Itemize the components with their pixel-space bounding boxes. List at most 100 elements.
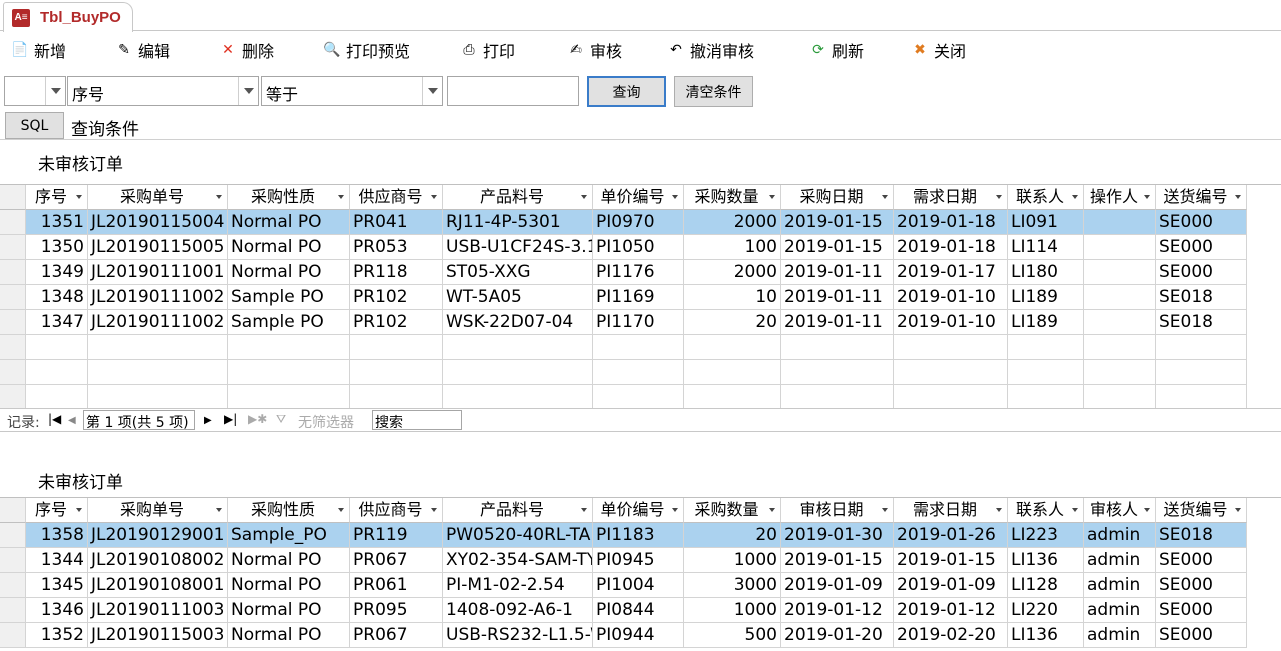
column-header[interactable]: 采购数量 bbox=[684, 185, 781, 210]
table-cell[interactable]: 2000 bbox=[684, 210, 781, 235]
sort-arrow-icon[interactable] bbox=[338, 508, 344, 512]
table-cell[interactable]: PR102 bbox=[350, 310, 443, 335]
table-cell[interactable]: JL20190115005 bbox=[88, 235, 228, 260]
column-header[interactable]: 产品料号 bbox=[443, 498, 593, 523]
table-row[interactable]: 1346 JL20190111003 Normal PO PR095 1408-092-… bbox=[0, 598, 1281, 623]
sql-button[interactable]: SQL bbox=[5, 112, 64, 139]
table-cell[interactable] bbox=[228, 335, 350, 360]
sort-arrow-icon[interactable] bbox=[769, 508, 775, 512]
column-header[interactable]: 操作人 bbox=[1084, 185, 1156, 210]
table-row[interactable]: 1358 JL20190129001 Sample_PO PR119 PW0520-40… bbox=[0, 523, 1281, 548]
toolbar-button-new[interactable]: 📄 新增 bbox=[10, 38, 66, 62]
table-cell[interactable]: PI1183 bbox=[593, 523, 684, 548]
table-row[interactable]: 1348 JL20190111002 Sample PO PR102 WT-5A05 PI… bbox=[0, 285, 1281, 310]
table-row[interactable]: 1349 JL20190111001 Normal PO PR118 ST05-XXG P… bbox=[0, 260, 1281, 285]
row-selector[interactable] bbox=[0, 285, 26, 310]
table-cell[interactable]: PR102 bbox=[350, 285, 443, 310]
table-cell[interactable]: Normal PO bbox=[228, 598, 350, 623]
table-cell[interactable] bbox=[684, 360, 781, 385]
sort-arrow-icon[interactable] bbox=[996, 195, 1002, 199]
table-cell[interactable]: 1358 bbox=[26, 523, 88, 548]
column-header[interactable]: 单价编号 bbox=[593, 185, 684, 210]
table-cell[interactable]: 2019-01-17 bbox=[894, 260, 1008, 285]
table-cell[interactable]: 2019-01-12 bbox=[781, 598, 894, 623]
table-cell[interactable] bbox=[350, 385, 443, 410]
table-cell[interactable]: 1000 bbox=[684, 598, 781, 623]
last-record-icon[interactable]: ▶| bbox=[224, 412, 237, 426]
table-row[interactable]: 1347 JL20190111002 Sample PO PR102 WSK-22D07… bbox=[0, 310, 1281, 335]
table-cell[interactable]: PR061 bbox=[350, 573, 443, 598]
table-cell[interactable]: LI220 bbox=[1008, 598, 1084, 623]
row-selector[interactable] bbox=[0, 573, 26, 598]
toolbar-button-print[interactable]: ⎙ 打印 bbox=[459, 38, 515, 62]
sort-arrow-icon[interactable] bbox=[882, 195, 888, 199]
table-cell[interactable] bbox=[894, 385, 1008, 410]
row-selector[interactable] bbox=[0, 598, 26, 623]
table-cell[interactable]: LI136 bbox=[1008, 623, 1084, 648]
column-header[interactable]: 采购日期 bbox=[781, 185, 894, 210]
table-cell[interactable] bbox=[1084, 210, 1156, 235]
column-header[interactable]: 采购单号 bbox=[88, 185, 228, 210]
table-cell[interactable]: LI114 bbox=[1008, 235, 1084, 260]
table-cell[interactable]: PR067 bbox=[350, 548, 443, 573]
row-selector[interactable] bbox=[0, 235, 26, 260]
table-cell[interactable]: WSK-22D07-04 bbox=[443, 310, 593, 335]
table-cell[interactable]: admin bbox=[1084, 548, 1156, 573]
logic-combo[interactable] bbox=[4, 76, 66, 106]
table-cell[interactable]: Normal PO bbox=[228, 548, 350, 573]
table-cell[interactable]: 2019-01-10 bbox=[894, 285, 1008, 310]
table-cell[interactable]: JL20190111001 bbox=[88, 260, 228, 285]
sort-arrow-icon[interactable] bbox=[996, 508, 1002, 512]
table-cell[interactable]: 2019-01-20 bbox=[781, 623, 894, 648]
table-cell[interactable]: Normal PO bbox=[228, 573, 350, 598]
table-cell[interactable] bbox=[228, 385, 350, 410]
table-row[interactable] bbox=[0, 335, 1281, 360]
column-header[interactable]: 采购数量 bbox=[684, 498, 781, 523]
sort-arrow-icon[interactable] bbox=[216, 508, 222, 512]
table-cell[interactable] bbox=[26, 385, 88, 410]
sort-arrow-icon[interactable] bbox=[216, 195, 222, 199]
table-cell[interactable] bbox=[1084, 260, 1156, 285]
table-cell[interactable] bbox=[88, 335, 228, 360]
sort-arrow-icon[interactable] bbox=[1235, 508, 1241, 512]
table-row[interactable]: 1351 JL20190115004 Normal PO PR041 RJ11-4P-5… bbox=[0, 210, 1281, 235]
table-cell[interactable] bbox=[1084, 335, 1156, 360]
table-cell[interactable] bbox=[443, 360, 593, 385]
table-cell[interactable] bbox=[1156, 385, 1247, 410]
tab-tbl-buypo[interactable]: A≡ Tbl_BuyPO bbox=[3, 2, 133, 32]
table-cell[interactable]: LI128 bbox=[1008, 573, 1084, 598]
table-cell[interactable]: 2019-01-15 bbox=[781, 548, 894, 573]
chevron-down-icon[interactable] bbox=[422, 77, 442, 105]
row-selector[interactable] bbox=[0, 623, 26, 648]
table-cell[interactable]: PI1169 bbox=[593, 285, 684, 310]
table-cell[interactable]: JL20190111002 bbox=[88, 310, 228, 335]
table-cell[interactable]: 2019-01-11 bbox=[781, 310, 894, 335]
table-cell[interactable]: LI189 bbox=[1008, 285, 1084, 310]
sort-arrow-icon[interactable] bbox=[672, 508, 678, 512]
table-cell[interactable]: PI1176 bbox=[593, 260, 684, 285]
table-cell[interactable]: 2019-01-15 bbox=[781, 210, 894, 235]
table-cell[interactable]: 1352 bbox=[26, 623, 88, 648]
table-cell[interactable]: JL20190129001 bbox=[88, 523, 228, 548]
operator-combo[interactable]: 等于 bbox=[261, 76, 443, 106]
table-cell[interactable] bbox=[593, 385, 684, 410]
table-cell[interactable]: 2019-01-11 bbox=[781, 285, 894, 310]
table-cell[interactable] bbox=[88, 385, 228, 410]
table-cell[interactable]: SE000 bbox=[1156, 623, 1247, 648]
table-cell[interactable]: JL20190108001 bbox=[88, 573, 228, 598]
table-cell[interactable]: admin bbox=[1084, 573, 1156, 598]
toolbar-button-delete[interactable]: ✕ 删除 bbox=[218, 38, 274, 62]
sort-arrow-icon[interactable] bbox=[1144, 508, 1150, 512]
table-row[interactable]: 1345 JL20190108001 Normal PO PR061 PI-M1-02-… bbox=[0, 573, 1281, 598]
table-cell[interactable] bbox=[781, 335, 894, 360]
table-cell[interactable]: SE000 bbox=[1156, 573, 1247, 598]
table-cell[interactable]: SE018 bbox=[1156, 310, 1247, 335]
table-cell[interactable] bbox=[1156, 360, 1247, 385]
table-cell[interactable]: PR119 bbox=[350, 523, 443, 548]
table-cell[interactable]: WT-5A05 bbox=[443, 285, 593, 310]
table-cell[interactable]: PI0945 bbox=[593, 548, 684, 573]
sort-arrow-icon[interactable] bbox=[1144, 195, 1150, 199]
column-header[interactable]: 采购单号 bbox=[88, 498, 228, 523]
table-cell[interactable]: admin bbox=[1084, 623, 1156, 648]
table-cell[interactable]: admin bbox=[1084, 523, 1156, 548]
